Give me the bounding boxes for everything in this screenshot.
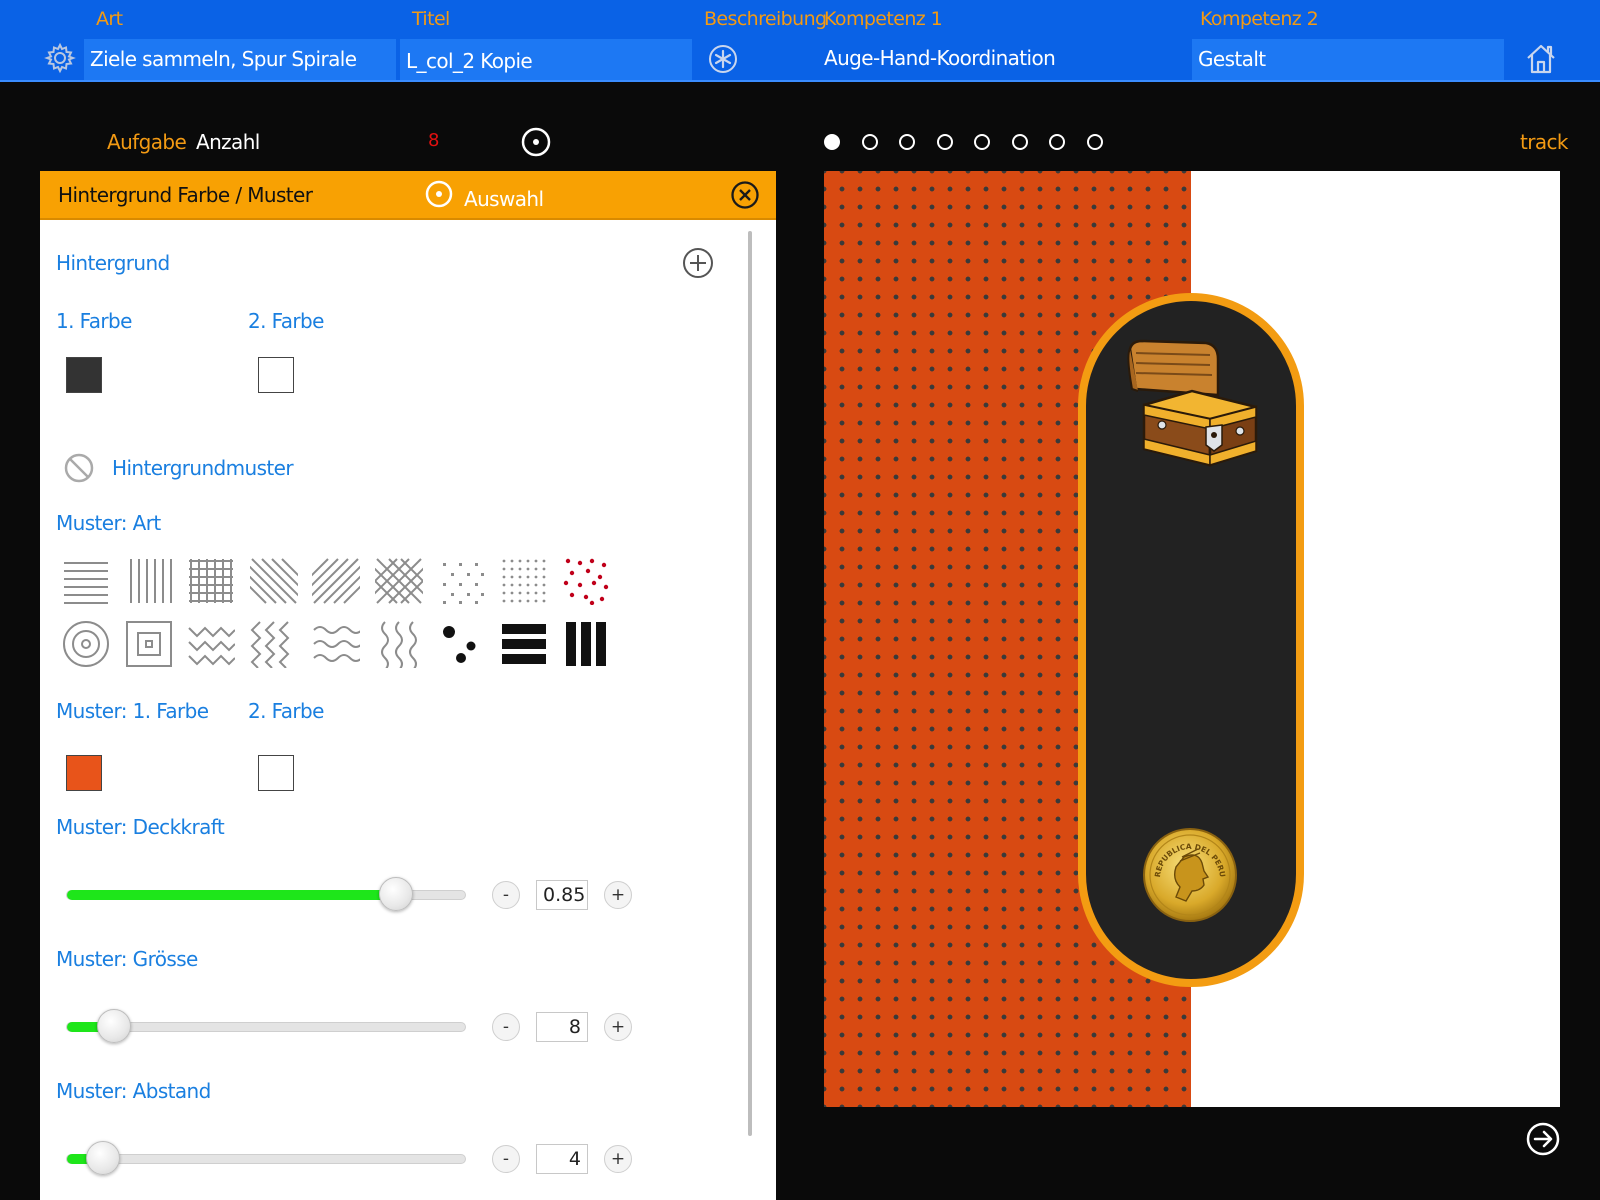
kompetenz2-field[interactable]: Gestalt: [1192, 39, 1504, 80]
anzahl-tab[interactable]: Anzahl: [196, 130, 260, 154]
page-dot[interactable]: [1049, 134, 1065, 150]
deckkraft-label: Muster: Deckkraft: [56, 815, 225, 839]
page-dot[interactable]: [1086, 134, 1103, 150]
abstand-label: Muster: Abstand: [56, 1079, 211, 1103]
art-label: Art: [96, 8, 123, 30]
gear-icon[interactable]: [42, 40, 78, 76]
beschreibung-label: Beschreibung: [704, 8, 827, 30]
pattern-dense-dots-icon[interactable]: [500, 557, 548, 605]
deckkraft-value[interactable]: 0.85: [536, 880, 588, 910]
farbe2-label: 2. Farbe: [248, 309, 324, 333]
abstand-thumb[interactable]: [86, 1141, 121, 1175]
add-icon[interactable]: [682, 247, 714, 279]
asterisk-icon[interactable]: [706, 42, 740, 76]
page-dot[interactable]: [861, 134, 878, 150]
page-dot[interactable]: [899, 134, 915, 150]
page-dot[interactable]: [824, 134, 840, 150]
panel-scrollbar[interactable]: [748, 231, 752, 1136]
page-dot[interactable]: [1011, 134, 1028, 150]
groesse-minus-button[interactable]: -: [492, 1013, 520, 1041]
arrow-right-icon[interactable]: [1524, 1120, 1562, 1158]
pattern-zigzag-vertical-icon[interactable]: [250, 620, 298, 669]
groesse-plus-button[interactable]: +: [604, 1013, 632, 1041]
background-settings-panel: Hintergrund Farbe / Muster Auswahl Hinte…: [40, 171, 776, 1200]
pattern-thick-vertical-bars-icon[interactable]: [562, 620, 610, 668]
muster-farbe1-swatch[interactable]: [66, 755, 102, 791]
deckkraft-plus-button[interactable]: +: [604, 881, 632, 909]
abstand-slider[interactable]: [66, 1154, 466, 1164]
pattern-thick-horizontal-bars-icon[interactable]: [500, 620, 548, 668]
pattern-waves-vertical-icon[interactable]: [375, 620, 423, 671]
muster-farbe1-label: Muster: 1. Farbe: [56, 699, 209, 723]
kompetenz1-value: Auge-Hand-Koordination: [824, 46, 1056, 70]
gold-coin[interactable]: REPUBLICA DEL PERU: [1142, 827, 1238, 923]
muster-farbe2-swatch[interactable]: [258, 755, 294, 791]
pattern-waves-horizontal-icon[interactable]: [312, 620, 363, 668]
top-bar: Art Titel Beschreibung Kompetenz 1 Kompe…: [0, 0, 1600, 82]
panel-header: Hintergrund Farbe / Muster Auswahl: [40, 171, 776, 220]
farbe1-swatch[interactable]: [66, 357, 102, 393]
titel-field[interactable]: L_col_2 Kopie: [400, 39, 692, 80]
treasure-chest[interactable]: [1122, 339, 1260, 467]
auswahl-button[interactable]: Auswahl: [464, 187, 544, 211]
preview-canvas: REPUBLICA DEL PERU: [824, 171, 1560, 1107]
farbe1-label: 1. Farbe: [56, 309, 132, 333]
abstand-value[interactable]: 4: [536, 1144, 588, 1174]
muster-art-label: Muster: Art: [56, 511, 161, 535]
titel-label: Titel: [412, 8, 450, 30]
pattern-concentric-circles-icon[interactable]: [62, 620, 110, 668]
page-dot[interactable]: [936, 134, 953, 150]
groesse-label: Muster: Grösse: [56, 947, 198, 971]
page-dot[interactable]: [974, 134, 990, 150]
pattern-vertical-lines-icon[interactable]: [125, 557, 173, 605]
aufgabe-tab[interactable]: Aufgabe: [107, 130, 187, 154]
art-field[interactable]: Ziele sammeln, Spur Spirale: [84, 39, 396, 80]
pattern-sparse-dots-icon[interactable]: [437, 557, 485, 605]
muster-farbe2-label: 2. Farbe: [248, 699, 324, 723]
pattern-concentric-squares-icon[interactable]: [125, 620, 173, 668]
pattern-grid-icon[interactable]: [187, 557, 235, 605]
deckkraft-fill: [67, 890, 406, 900]
pattern-diagonal-lines-right-icon[interactable]: [283, 557, 389, 605]
hintergrund-heading: Hintergrund: [56, 251, 170, 275]
pattern-crosshatch-icon[interactable]: [351, 557, 446, 605]
groesse-thumb[interactable]: [97, 1009, 132, 1043]
target-icon[interactable]: [424, 179, 454, 209]
panel-title: Hintergrund Farbe / Muster: [58, 183, 313, 207]
no-pattern-icon[interactable]: [62, 451, 96, 485]
target-icon[interactable]: [520, 126, 552, 158]
pattern-horizontal-lines-icon[interactable]: [62, 557, 110, 605]
pattern-random-dots-icon[interactable]: [437, 620, 485, 668]
pattern-zigzag-horizontal-icon[interactable]: [187, 620, 236, 668]
deckkraft-minus-button[interactable]: -: [492, 881, 520, 909]
close-icon[interactable]: [730, 180, 760, 210]
farbe2-swatch[interactable]: [258, 357, 294, 393]
hintergrundmuster-label[interactable]: Hintergrundmuster: [112, 456, 294, 480]
kompetenz2-label: Kompetenz 2: [1200, 8, 1319, 30]
deckkraft-thumb[interactable]: [378, 877, 413, 911]
abstand-plus-button[interactable]: +: [604, 1145, 632, 1173]
anzahl-value: 8: [428, 130, 440, 151]
pattern-diagonal-lines-left-icon[interactable]: [220, 557, 327, 605]
pattern-red-dots-icon[interactable]: [562, 557, 610, 606]
home-icon[interactable]: [1522, 40, 1560, 78]
track-label[interactable]: track: [1520, 130, 1569, 154]
kompetenz1-label: Kompetenz 1: [824, 8, 943, 30]
groesse-value[interactable]: 8: [536, 1012, 588, 1042]
abstand-minus-button[interactable]: -: [492, 1145, 520, 1173]
